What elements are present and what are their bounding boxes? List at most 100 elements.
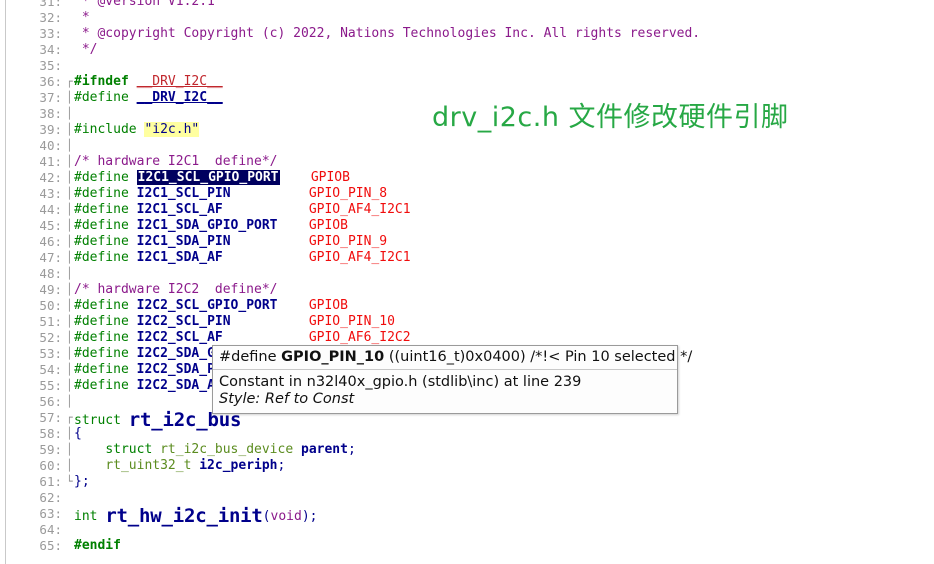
code-token: /* hardware I2C2 define*/ <box>74 282 278 297</box>
fold-guide-marker[interactable]: │ <box>66 138 74 154</box>
line-number: 57: <box>39 410 62 425</box>
fold-guide-marker[interactable]: │ <box>66 186 74 202</box>
line-number: 41: <box>39 154 62 169</box>
code-token: I2C1_SDA_GPIO_PORT <box>136 218 278 233</box>
line-number: 50: <box>39 298 62 313</box>
code-line-content: #define I2C1_SCL_PIN GPIO_PIN_8 <box>74 186 387 202</box>
line-number: 39: <box>39 122 62 137</box>
fold-guide-marker[interactable]: │ <box>66 282 74 298</box>
line-number: 54: <box>39 362 62 377</box>
code-line-content: #ifndef __DRV_I2C__ <box>74 74 223 90</box>
code-token: ; <box>277 458 286 473</box>
line-number: 53: <box>39 346 62 361</box>
fold-guide-marker[interactable]: │ <box>66 266 74 282</box>
code-line-content: * @version V1.2.1 <box>74 0 215 10</box>
code-token: I2C1_SCL_AF <box>136 202 223 217</box>
line-number: 59: <box>39 442 62 457</box>
tooltip-signature-symbol: GPIO_PIN_10 <box>281 349 385 365</box>
code-token: #define <box>74 346 129 361</box>
fold-guide-marker[interactable]: │ <box>66 90 74 106</box>
line-number: 48: <box>39 266 62 281</box>
fold-guide-marker[interactable]: ┌ <box>66 74 74 90</box>
code-token: __DRV_I2C__ <box>136 74 223 89</box>
fold-guide-marker[interactable]: │ <box>66 458 74 474</box>
code-line-content: */ <box>74 42 98 58</box>
line-number: 46: <box>39 234 62 249</box>
code-line-content: * <box>74 10 90 26</box>
code-token: #define <box>74 234 129 249</box>
code-token: GPIO_PIN_9 <box>308 234 388 249</box>
code-token: /* hardware I2C1 define*/ <box>74 154 278 169</box>
code-token: I2C2_SCL_PIN <box>136 314 231 329</box>
line-number: 52: <box>39 330 62 345</box>
code-token: #define <box>74 378 129 393</box>
fold-guide-marker[interactable]: │ <box>66 122 74 138</box>
line-number: 63: <box>39 506 62 521</box>
fold-guide-marker[interactable]: │ <box>66 346 74 362</box>
code-editor-window: 31: * @version V1.2.1 32: * 33: * @copyrig… <box>0 0 934 564</box>
line-number: 56: <box>39 394 62 409</box>
annotation-text-overlay: drv_i2c.h 文件修改硬件引脚 <box>432 102 789 133</box>
code-token: GPIO_AF6_I2C2 <box>308 330 411 345</box>
code-token: I2C1_SDA_PIN <box>136 234 231 249</box>
highlighted-identifier: rt_hw_i2c_init <box>105 505 263 527</box>
code-token: GPIO_AF4_I2C1 <box>308 250 411 265</box>
fold-guide-marker[interactable]: │ <box>66 298 74 314</box>
line-number: 37: <box>39 90 62 105</box>
code-token: rt_uint32_t <box>105 458 192 473</box>
code-token: #define <box>74 314 129 329</box>
code-token: GPIOB <box>308 298 348 313</box>
code-token: __DRV_I2C__ <box>136 90 223 105</box>
fold-guide-marker[interactable]: │ <box>66 106 74 122</box>
fold-guide-marker[interactable]: │ <box>66 154 74 170</box>
fold-guide-marker[interactable]: └ <box>66 474 74 490</box>
code-token: * @version V1.2.1 <box>74 0 215 9</box>
fold-guide-marker[interactable]: │ <box>66 362 74 378</box>
fold-guide-marker[interactable]: │ <box>66 202 74 218</box>
line-number: 51: <box>39 314 62 329</box>
code-token: parent <box>301 442 348 457</box>
code-line-content: #define I2C2_SDA_AF <box>74 378 223 394</box>
fold-guide-marker[interactable]: │ <box>66 314 74 330</box>
code-line-content: #define I2C2_SCL_GPIO_PORT GPIOB <box>74 298 348 314</box>
fold-guide-marker[interactable]: │ <box>66 218 74 234</box>
fold-guide-marker[interactable]: │ <box>66 234 74 250</box>
fold-guide-marker[interactable]: │ <box>66 250 74 266</box>
code-token: #ifndef <box>74 74 129 89</box>
tooltip-signature-suffix: ((uint16_t)0x0400) /*!< Pin 10 selected … <box>384 349 693 365</box>
code-token: GPIO_PIN_10 <box>308 314 395 329</box>
symbol-info-tooltip: #define GPIO_PIN_10 ((uint16_t)0x0400) /… <box>212 345 692 414</box>
code-token: int <box>74 509 98 524</box>
fold-guide-marker[interactable]: │ <box>66 442 74 458</box>
code-line-content: #include "i2c.h" <box>74 122 200 138</box>
fold-guide-marker[interactable]: │ <box>66 330 74 346</box>
line-number: 60: <box>39 458 62 473</box>
fold-guide-marker[interactable]: │ <box>66 426 74 442</box>
fold-guide-marker[interactable]: │ <box>66 170 74 186</box>
code-token: I2C2_SCL_AF <box>136 330 223 345</box>
fold-guide-marker[interactable]: │ <box>66 394 74 410</box>
code-token: GPIOB <box>308 218 348 233</box>
line-number: 33: <box>39 26 62 41</box>
code-token: #define <box>74 330 129 345</box>
fold-guide-marker[interactable]: │ <box>66 378 74 394</box>
fold-guide-marker[interactable]: ┌ <box>66 410 74 426</box>
code-line-content: { <box>74 426 82 442</box>
code-token: { <box>74 426 82 441</box>
code-text-area[interactable]: 31: * @version V1.2.1 32: * 33: * @copyrig… <box>0 0 934 564</box>
code-line-content: #endif <box>74 538 121 554</box>
